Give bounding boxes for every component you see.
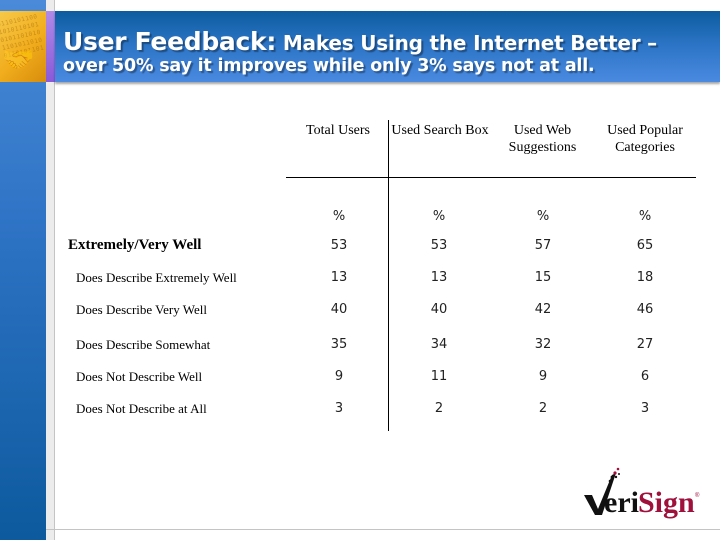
row-label: Does Not Describe Well [76,369,203,384]
table-cell: 9 [538,369,548,384]
table-cell: 2 [434,401,444,416]
unit-cell: % [536,209,550,224]
table-cell: 15 [534,270,552,285]
table-cell: 34 [430,337,448,352]
table-cell: 13 [330,270,348,285]
table-cell: 13 [430,270,448,285]
row-label: Does Not Describe at All [76,401,207,416]
logo-text-sign: Sign [638,486,695,519]
table-cell: 46 [636,302,654,317]
verisign-logo: eri Sign ® [584,467,700,519]
accent-strip [46,11,55,82]
table-cell: 53 [430,238,448,253]
table-cell: 32 [534,337,552,352]
table-cell: 35 [330,337,348,352]
handshake-icon: 🤝 [2,45,35,74]
unit-cell: % [432,209,446,224]
table-cell: 6 [640,369,650,384]
table-cell: 3 [334,401,344,416]
table-cell: 53 [330,238,348,253]
slide-title-main: User Feedback: [63,27,277,56]
table-cell: 3 [640,401,650,416]
table-cell: 11 [430,369,448,384]
column-header-search-box: Used Search Box [391,123,489,138]
column-header-popular-categories: Used Popular Categories [607,123,683,155]
corner-image: 0110101100 1010110101 0101101010 1101011… [0,11,46,82]
table-cell: 42 [534,302,552,317]
row-label: Does Describe Somewhat [76,337,211,352]
logo-text-eri: eri [604,486,639,519]
footer-rule [46,529,720,530]
table-cell: 9 [334,369,344,384]
registered-mark: ® [695,492,700,499]
unit-cell: % [638,209,652,224]
unit-cell: % [332,209,346,224]
title-banner: User Feedback: Makes Using the Internet … [55,11,720,82]
table-cell: 27 [636,337,654,352]
slide-title-rest: Makes Using the Internet Better – [276,31,657,55]
row-label: Does Describe Extremely Well [76,270,237,285]
row-label: Extremely/Very Well [68,237,202,253]
table-cell: 65 [636,238,654,253]
table-cell: 40 [330,302,348,317]
slide-subtitle: over 50% say it improves while only 3% s… [63,56,595,76]
table-cell: 40 [430,302,448,317]
slide-title: User Feedback: Makes Using the Internet … [63,27,657,56]
table-cell: 18 [636,270,654,285]
column-divider [388,120,389,431]
table-cell: 57 [534,238,552,253]
column-header-web-suggestions: Used Web Suggestions [508,123,577,155]
table-cell: 2 [538,401,548,416]
column-header-total-users: Total Users [306,123,370,138]
row-label: Does Describe Very Well [76,302,207,317]
header-rule [286,177,696,178]
